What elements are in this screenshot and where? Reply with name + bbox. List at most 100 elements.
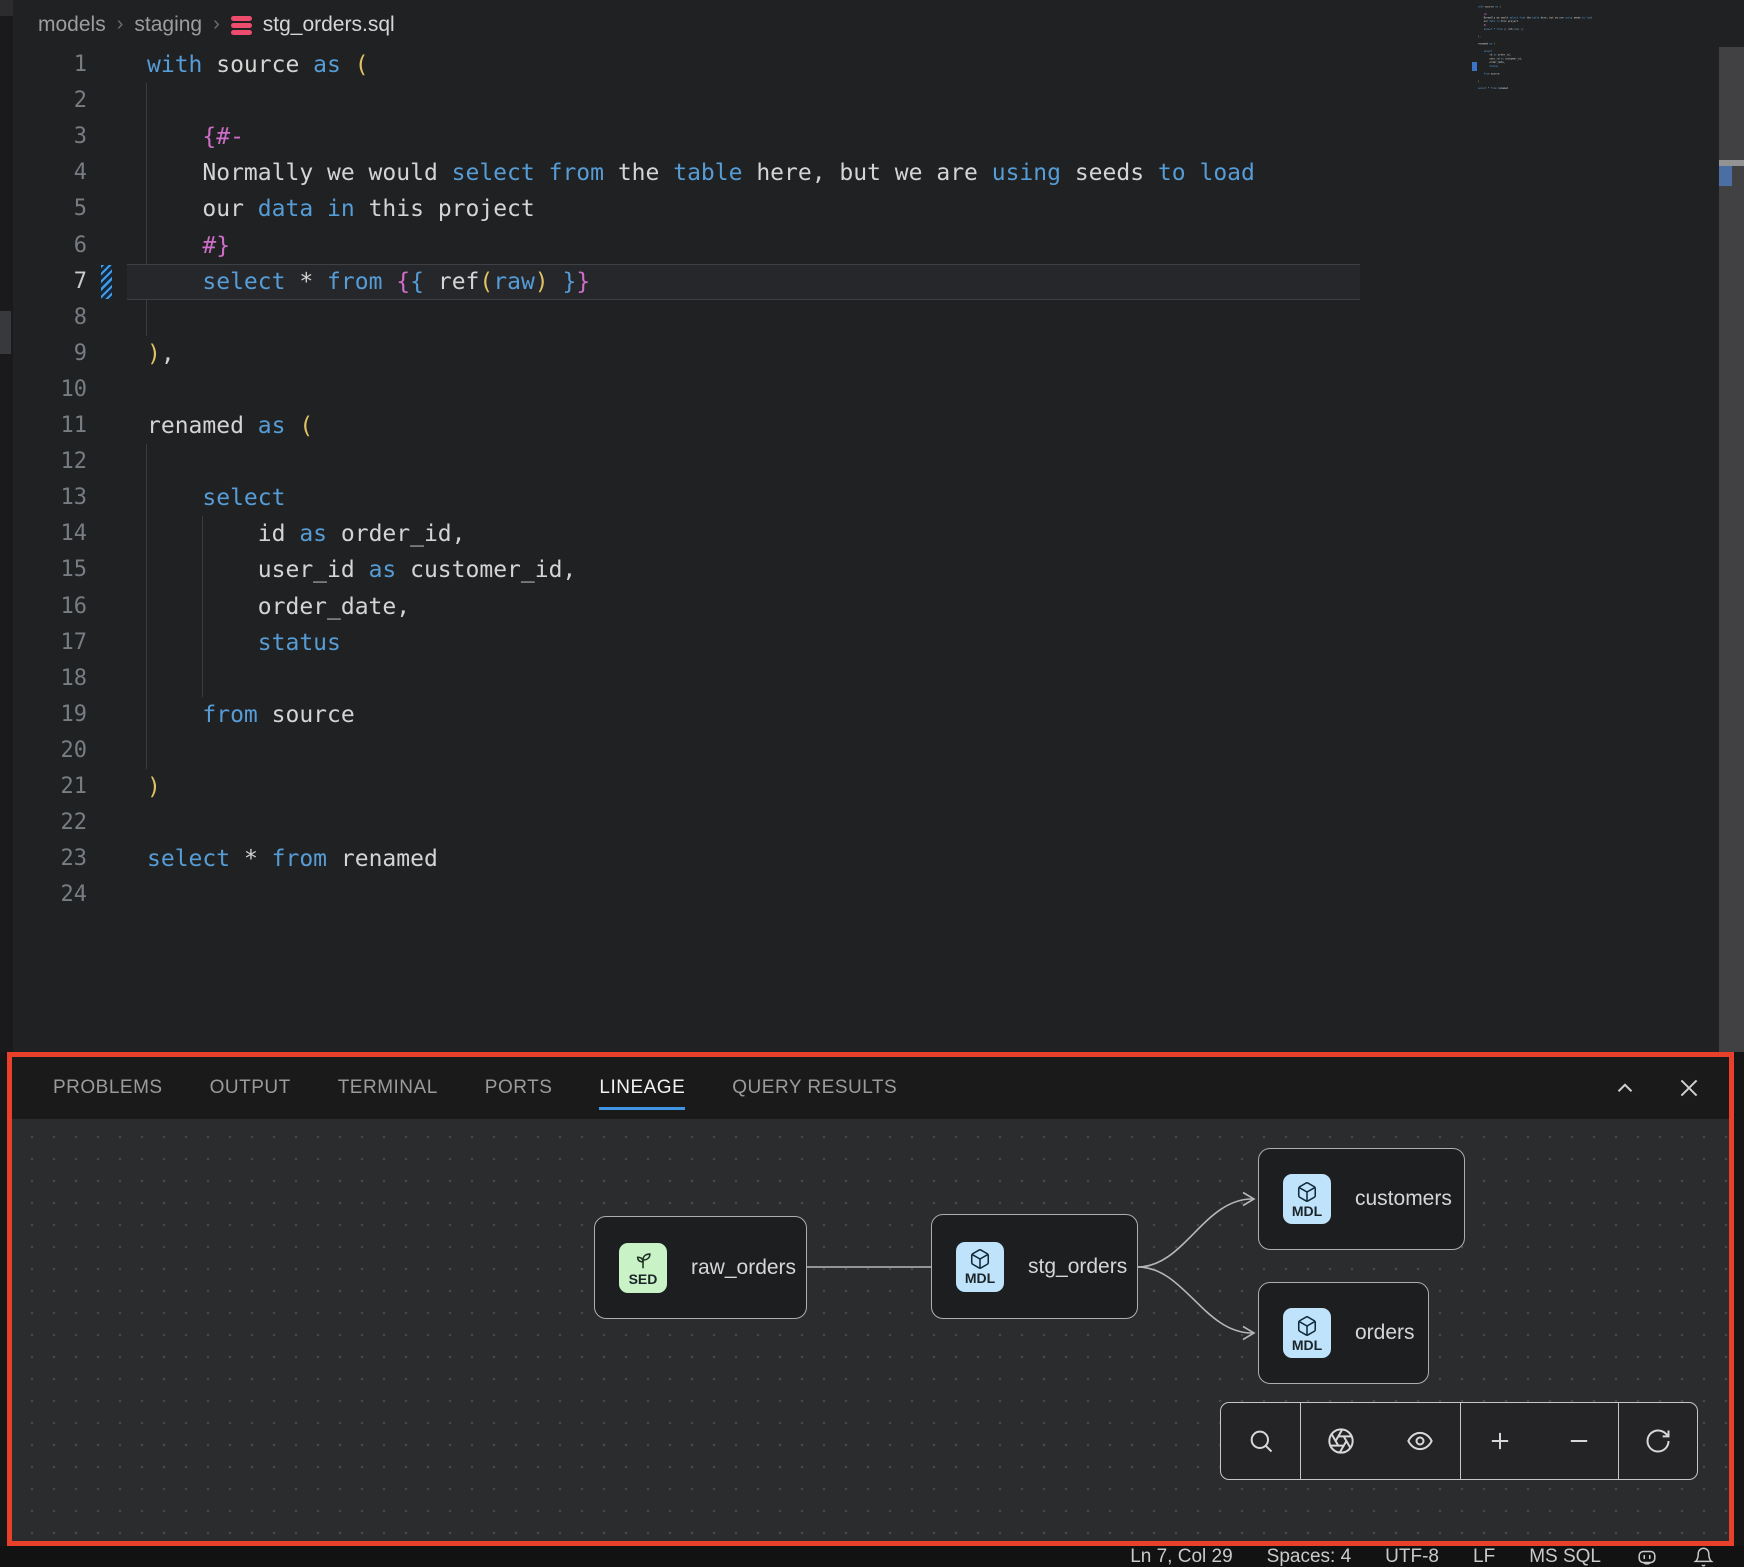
cube-icon [1296, 1315, 1318, 1337]
lineage-node-raw_orders[interactable]: SED raw_orders [594, 1216, 807, 1319]
line-number: 22 [0, 805, 87, 841]
line-number: 7 [0, 264, 87, 300]
code-line-19: 19 from source [0, 697, 1744, 733]
badge-label: SED [629, 1272, 658, 1286]
tab-output[interactable]: OUTPUT [210, 1077, 291, 1099]
refresh-button[interactable] [1638, 1421, 1678, 1461]
bottom-panel-highlighted: PROBLEMS OUTPUT TERMINAL PORTS LINEAGE QUERY … [7, 1052, 1734, 1546]
tab-lineage[interactable]: LINEAGE [599, 1077, 685, 1099]
lineage-node-stg_orders[interactable]: MDLstg_orders [931, 1214, 1138, 1319]
line-number: 10 [0, 372, 87, 408]
code-line-4: 4 Normally we would select from the tabl… [0, 155, 1744, 191]
tab-ports[interactable]: PORTS [485, 1077, 553, 1099]
badge-label: MDL [965, 1271, 995, 1285]
tab-problems[interactable]: PROBLEMS [53, 1077, 163, 1099]
line-number: 18 [0, 661, 87, 697]
cube-icon [969, 1248, 991, 1270]
code-text: renamed as ( [147, 408, 313, 444]
status-bell-button[interactable] [1693, 1546, 1714, 1567]
minimap-content: with source as ( {#- Normally we would s… [1478, 0, 1622, 93]
code-line-6: 6 #} [0, 228, 1744, 264]
line-number: 4 [0, 155, 87, 191]
badge-label: MDL [1292, 1338, 1322, 1352]
code-line-12: 12 [0, 444, 1744, 480]
lineage-node-orders[interactable]: MDLorders [1258, 1282, 1429, 1384]
aperture-button[interactable] [1321, 1421, 1361, 1461]
code-line-22: 22 [0, 805, 1744, 841]
bell-icon [1693, 1546, 1714, 1567]
visibility-button[interactable] [1400, 1421, 1440, 1461]
line-number: 8 [0, 300, 87, 336]
status-item-ms-sql[interactable]: MS SQL [1529, 1546, 1601, 1567]
code-line-11: 11renamed as ( [0, 408, 1744, 444]
node-label: raw_orders [691, 1256, 796, 1280]
line-number: 21 [0, 769, 87, 805]
minimap-modified-marker [1472, 62, 1477, 71]
code-line-24 [1478, 90, 1622, 94]
panel-close-button[interactable] [1669, 1068, 1709, 1108]
code-line-16: 16 order_date, [0, 589, 1744, 625]
node-badge-box: MDL [1283, 1174, 1331, 1224]
code-text: user_id as customer_id, [147, 552, 576, 588]
line-number: 1 [0, 47, 87, 83]
status-bar: Ln 7, Col 29 Spaces: 4 UTF-8 LF MS SQL [0, 1546, 1744, 1567]
zoom-in-button[interactable] [1480, 1421, 1520, 1461]
close-icon [1676, 1075, 1702, 1101]
line-number: 12 [0, 444, 87, 480]
code-text: select * from {{ ref(raw) }} [147, 264, 590, 300]
code-line-23: 23select * from renamed [0, 841, 1744, 877]
lineage-canvas[interactable]: SEDraw_ordersMDLstg_ordersMDLcustomersMD… [12, 1119, 1729, 1541]
panel-tab-bar: PROBLEMS OUTPUT TERMINAL PORTS LINEAGE QUERY … [12, 1057, 1729, 1119]
editor-region[interactable]: models › staging › stg_orders.sql 1with … [0, 0, 1744, 1052]
gutter-modified-indicator [101, 265, 112, 299]
plus-icon [1486, 1427, 1514, 1455]
code-line-7: 7 select * from {{ ref(raw) }} [0, 264, 1744, 300]
zoom-out-button[interactable] [1559, 1421, 1599, 1461]
minus-icon [1565, 1427, 1593, 1455]
line-number: 23 [0, 841, 87, 877]
editor-scrollbar[interactable] [1719, 47, 1744, 1052]
code-line-9: 9), [0, 336, 1744, 372]
lineage-node-customers[interactable]: MDLcustomers [1258, 1148, 1465, 1250]
node-badge-box: MDL [956, 1242, 1004, 1292]
code-line-14: 14 id as order_id, [0, 516, 1744, 552]
status-item-spaces-4[interactable]: Spaces: 4 [1267, 1546, 1352, 1567]
panel-collapse-button[interactable] [1605, 1068, 1645, 1108]
minimap[interactable]: with source as ( {#- Normally we would s… [1478, 40, 1702, 150]
status-copilot-button[interactable] [1635, 1546, 1659, 1567]
code-line-21: 21) [0, 769, 1744, 805]
line-number: 16 [0, 589, 87, 625]
search-button[interactable] [1241, 1421, 1281, 1461]
code-line-18: 18 [0, 661, 1744, 697]
panel-actions [1605, 1057, 1709, 1119]
line-number: 5 [0, 191, 87, 227]
status-item-utf-8[interactable]: UTF-8 [1385, 1546, 1439, 1567]
line-number: 19 [0, 697, 87, 733]
line-number: 24 [0, 877, 87, 913]
eye-icon [1406, 1427, 1434, 1455]
tab-terminal[interactable]: TERMINAL [338, 1077, 438, 1099]
line-number: 14 [0, 516, 87, 552]
lineage-toolbar [1220, 1402, 1698, 1480]
line-number: 2 [0, 83, 87, 119]
cube-icon [1296, 1181, 1318, 1203]
line-number: 20 [0, 733, 87, 769]
code-text: Normally we would select from the table … [147, 155, 1255, 191]
status-item-ln-7-col-29[interactable]: Ln 7, Col 29 [1130, 1546, 1232, 1567]
line-number: 17 [0, 625, 87, 661]
sprout-icon [632, 1249, 654, 1271]
status-item-lf[interactable]: LF [1473, 1546, 1495, 1567]
code-editor[interactable]: 1with source as (23 {#-4 Normally we wou… [0, 0, 1744, 1052]
vscode-window: models › staging › stg_orders.sql 1with … [0, 0, 1744, 1567]
badge-label: MDL [1292, 1204, 1322, 1218]
code-text: ), [147, 336, 175, 372]
code-text: id as order_id, [147, 516, 466, 552]
tab-query-results[interactable]: QUERY RESULTS [732, 1077, 897, 1099]
line-number: 13 [0, 480, 87, 516]
code-text: ) [147, 769, 161, 805]
code-text: with source as ( [147, 47, 369, 83]
code-text: #} [147, 228, 230, 264]
code-line-8: 8 [0, 300, 1744, 336]
code-line-15: 15 user_id as customer_id, [0, 552, 1744, 588]
code-line-10: 10 [0, 372, 1744, 408]
